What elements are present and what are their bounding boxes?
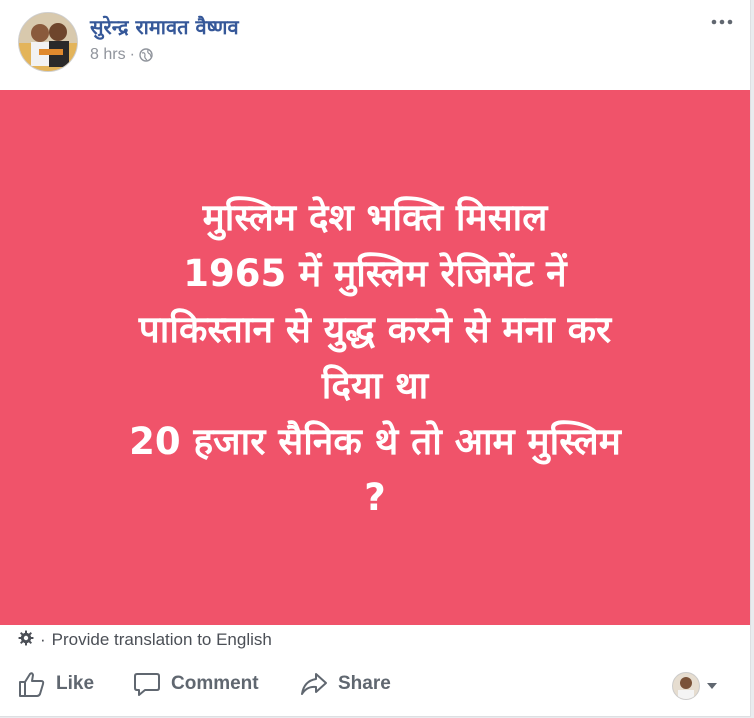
banner-line: 20 हजार सैनिक थे तो आम मुस्लिम xyxy=(129,419,621,463)
translation-link[interactable]: Provide translation to English xyxy=(52,630,272,650)
comment-button[interactable]: Comment xyxy=(133,662,259,706)
share-button[interactable]: Share xyxy=(300,662,391,706)
banner-line: मुस्लिम देश भक्ति मिसाल xyxy=(202,195,548,239)
viewer-avatar xyxy=(672,672,700,700)
translation-separator: · xyxy=(40,630,46,649)
like-button[interactable]: Like xyxy=(18,662,94,706)
gear-icon[interactable] xyxy=(18,630,34,651)
meta-separator: · xyxy=(129,46,135,63)
more-options-icon[interactable] xyxy=(710,12,734,32)
author-name[interactable]: सुरेन्द्र रामावत वैष्णव xyxy=(90,13,239,40)
chevron-down-icon xyxy=(707,683,717,689)
banner-line: पाकिस्तान से युद्ध करने से मना कर xyxy=(138,307,612,351)
share-icon xyxy=(301,673,327,695)
banner-line: ? xyxy=(364,475,386,519)
author-avatar[interactable] xyxy=(18,12,78,72)
post-actions: Like Comment Share xyxy=(0,662,750,706)
like-label: Like xyxy=(56,673,95,694)
comment-label: Comment xyxy=(171,673,259,694)
like-icon xyxy=(19,672,45,697)
post-timestamp[interactable]: 8 hrs xyxy=(90,46,126,64)
post-text-banner: मुस्लिम देश भक्ति मिसाल 1965 में मुस्लिम… xyxy=(0,90,750,625)
banner-line: दिया था xyxy=(321,363,429,407)
banner-line: 1965 में मुस्लिम रेजिमेंट नें xyxy=(183,251,567,295)
post-card: सुरेन्द्र रामावत वैष्णव 8 hrs · मुस्लिम … xyxy=(0,0,751,717)
post-header: सुरेन्द्र रामावत वैष्णव 8 hrs · xyxy=(0,0,750,90)
avatar-photo xyxy=(19,13,77,71)
translation-row: · Provide translation to English xyxy=(18,628,272,652)
globe-icon[interactable] xyxy=(139,48,153,62)
post-meta: 8 hrs · xyxy=(90,46,153,64)
share-label: Share xyxy=(338,673,391,694)
comment-icon xyxy=(134,673,160,696)
reaction-selector[interactable] xyxy=(672,672,718,700)
